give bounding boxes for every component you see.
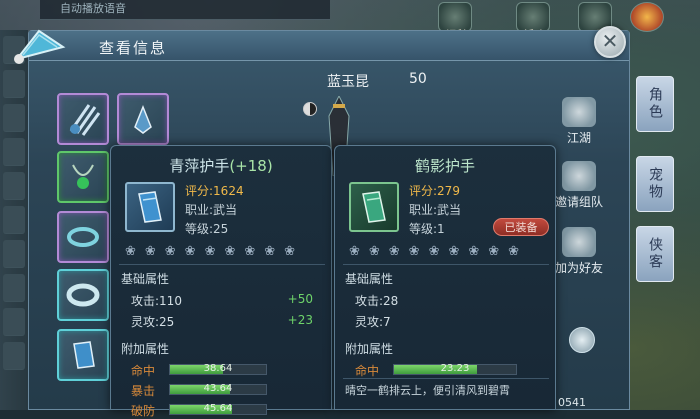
stat-spirit-attack: 灵攻:7 bbox=[355, 315, 391, 329]
voice-autoplay-label[interactable]: 自动播放语音 bbox=[40, 0, 330, 20]
gauntlet-icon bbox=[362, 191, 386, 223]
character-level: 50 bbox=[409, 71, 427, 87]
gloves-slot[interactable] bbox=[57, 329, 109, 381]
base-attr-title: 基础属性 bbox=[345, 272, 394, 286]
left-side-strip bbox=[0, 30, 28, 410]
equipped-badge: 已装备 bbox=[493, 218, 549, 236]
panel-title-bar: 查看信息 bbox=[14, 29, 629, 64]
item-icon bbox=[125, 182, 175, 232]
item-card-equipped: 鹤影护手 评分:279 职业:武当 等级:1 已装备 ❀❀❀❀❀❀❀❀❀ 基础属… bbox=[334, 145, 556, 410]
stat-attack: 攻击:28 bbox=[355, 294, 399, 308]
character-name: 蓝玉昆 bbox=[327, 74, 369, 90]
necklace-slot[interactable] bbox=[57, 151, 109, 203]
item-name: 鹤影护手 bbox=[414, 157, 475, 175]
item-description: 晴空一鹤排云上，便引清风到碧霄 bbox=[345, 384, 510, 397]
triple-blade-icon bbox=[69, 104, 101, 136]
jianghu-button[interactable]: 江湖 bbox=[549, 97, 609, 146]
stat-attack-delta: +50 bbox=[287, 292, 313, 306]
weapon-slot[interactable] bbox=[57, 93, 109, 145]
attr-bar-pierce: 破防 45.64 bbox=[131, 402, 311, 418]
headpiece-icon bbox=[134, 104, 152, 134]
gem-slots: ❀❀❀❀❀❀❀❀❀ bbox=[125, 244, 305, 259]
item-grade: 等级:25 bbox=[185, 222, 229, 236]
item-score: 评分:279 bbox=[409, 184, 460, 198]
search-icon[interactable] bbox=[569, 327, 595, 353]
panel-title: 查看信息 bbox=[99, 39, 168, 57]
item-name: 青萍护手(+18) bbox=[169, 157, 273, 175]
gauntlet-icon bbox=[138, 191, 162, 223]
extra-attr-title: 附加属性 bbox=[121, 342, 170, 356]
attr-bar-hit: 命中 38.64 bbox=[131, 362, 311, 378]
bottom-counter: 0541 bbox=[558, 396, 586, 409]
item-icon bbox=[349, 182, 399, 232]
invite-team-button[interactable]: 邀请组队 bbox=[549, 161, 609, 210]
item-card-compare: 青萍护手(+18) 评分:1624 职业:武当 等级:25 ❀❀❀❀❀❀❀❀❀ … bbox=[110, 145, 332, 418]
base-attr-title: 基础属性 bbox=[121, 272, 170, 286]
item-class: 职业:武当 bbox=[409, 203, 462, 217]
bracelet-icon bbox=[66, 283, 100, 307]
ring-icon bbox=[67, 227, 99, 247]
tab-character[interactable]: 角色 bbox=[636, 76, 674, 132]
item-score: 评分:1624 bbox=[185, 184, 244, 198]
item-class: 职业:武当 bbox=[185, 203, 238, 217]
item-grade: 等级:1 bbox=[409, 222, 445, 236]
attr-bar-crit: 暴击 43.64 bbox=[131, 382, 311, 398]
add-friend-button[interactable]: 加为好友 bbox=[549, 227, 609, 276]
gauntlet-icon bbox=[73, 341, 95, 369]
tab-companion[interactable]: 侠客 bbox=[636, 226, 674, 282]
stat-spirit-attack-delta: +23 bbox=[287, 313, 313, 327]
tab-pet[interactable]: 宠物 bbox=[636, 156, 674, 212]
gem-slots: ❀❀❀❀❀❀❀❀❀ bbox=[349, 244, 529, 259]
stat-spirit-attack: 灵攻:25 bbox=[131, 315, 175, 329]
close-button[interactable]: ✕ bbox=[594, 26, 626, 58]
stat-attack: 攻击:110 bbox=[131, 294, 182, 308]
necklace-icon bbox=[72, 164, 94, 189]
yinyang-icon bbox=[303, 102, 317, 116]
banner-icon bbox=[562, 161, 596, 191]
scroll-icon bbox=[562, 97, 596, 127]
handshake-icon bbox=[562, 227, 596, 257]
attr-bar-hit: 命中 23.23 bbox=[355, 362, 535, 378]
helmet-slot[interactable] bbox=[117, 93, 169, 145]
bracelet-slot[interactable] bbox=[57, 269, 109, 321]
fan-icon bbox=[14, 29, 66, 64]
extra-attr-title: 附加属性 bbox=[345, 342, 394, 356]
ring-slot-1[interactable] bbox=[57, 211, 109, 263]
pinwheel-icon[interactable] bbox=[630, 2, 664, 32]
